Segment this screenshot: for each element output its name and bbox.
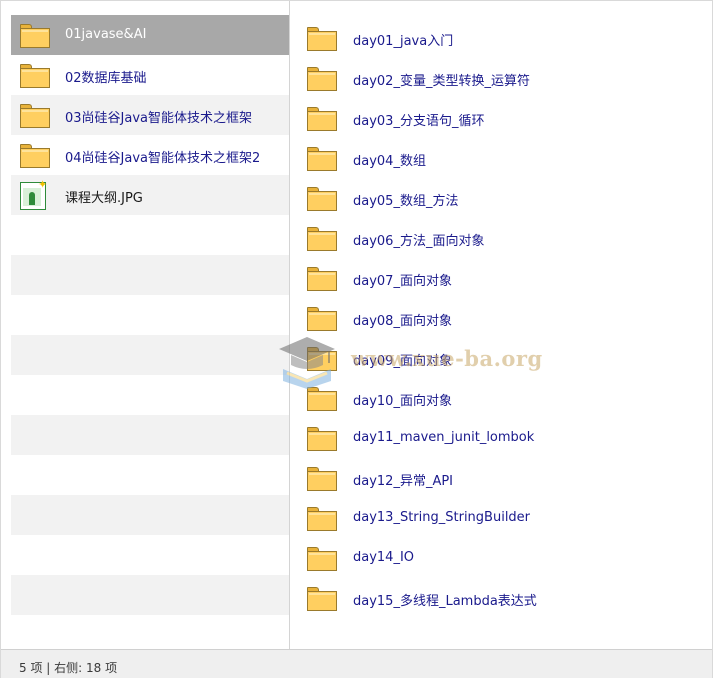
empty-row xyxy=(11,575,289,615)
item-label: day02_变量_类型转换_运算符 xyxy=(353,74,530,89)
right-list-item[interactable]: day05_数组_方法 xyxy=(301,177,706,217)
folder-icon xyxy=(20,64,50,88)
item-label: day05_数组_方法 xyxy=(353,194,459,209)
left-list-item-04[interactable]: 04尚硅谷Java智能体技术之框架2 xyxy=(11,135,289,175)
right-list-item[interactable]: day11_maven_junit_lombok xyxy=(301,417,706,457)
item-label: day03_分支语句_循环 xyxy=(353,114,485,129)
empty-row xyxy=(11,255,289,295)
item-label: day10_面向对象 xyxy=(353,394,452,409)
item-label: day04_数组 xyxy=(353,154,426,169)
right-list-item[interactable]: day12_异常_API xyxy=(301,457,706,497)
folder-icon xyxy=(307,427,337,451)
folder-icon xyxy=(307,467,337,491)
item-label: day06_方法_面向对象 xyxy=(353,234,485,249)
folder-icon xyxy=(20,24,50,48)
item-label: day01_java入门 xyxy=(353,34,454,49)
folder-icon xyxy=(307,187,337,211)
folder-icon xyxy=(307,147,337,171)
folder-icon xyxy=(307,307,337,331)
image-file-icon: ✦ xyxy=(20,179,47,210)
right-list-item[interactable]: day06_方法_面向对象 xyxy=(301,217,706,257)
item-label: 01javase&AI xyxy=(65,27,147,42)
folder-icon xyxy=(307,507,337,531)
item-label: day12_异常_API xyxy=(353,474,454,489)
empty-row xyxy=(11,495,289,535)
right-list-item[interactable]: day14_IO xyxy=(301,537,706,577)
folder-icon xyxy=(307,27,337,51)
item-label: 课程大纲.JPG xyxy=(65,191,143,206)
left-list-item-jpg[interactable]: ✦ 课程大纲.JPG xyxy=(11,175,289,215)
file-browser-window: 01javase&AI 02数据库基础 03尚硅谷Java智能体技术之框架 04… xyxy=(0,0,713,678)
right-list-item[interactable]: day13_String_StringBuilder xyxy=(301,497,706,537)
item-label: day07_面向对象 xyxy=(353,274,452,289)
status-bar: 5 项 | 右侧: 18 项 xyxy=(1,649,712,678)
right-list-item[interactable]: day04_数组 xyxy=(301,137,706,177)
right-list-item[interactable]: day03_分支语句_循环 xyxy=(301,97,706,137)
right-list-item[interactable]: day08_面向对象 xyxy=(301,297,706,337)
right-list-item[interactable]: day01_java入门 xyxy=(301,17,706,57)
item-label: day14_IO xyxy=(353,550,415,565)
item-label: day11_maven_junit_lombok xyxy=(353,430,535,445)
item-label: 04尚硅谷Java智能体技术之框架2 xyxy=(65,151,261,166)
folder-icon xyxy=(307,107,337,131)
left-list-item-02[interactable]: 02数据库基础 xyxy=(11,55,289,95)
item-label: day15_多线程_Lambda表达式 xyxy=(353,594,537,609)
item-label: day09_面向对象 xyxy=(353,354,452,369)
item-label: 02数据库基础 xyxy=(65,71,147,86)
folder-icon xyxy=(307,227,337,251)
item-label: 03尚硅谷Java智能体技术之框架 xyxy=(65,111,253,126)
folder-icon xyxy=(307,67,337,91)
right-pane: day01_java入门 day02_变量_类型转换_运算符 day03_分支语… xyxy=(291,1,712,649)
folder-icon xyxy=(307,587,337,611)
folder-icon xyxy=(307,547,337,571)
right-list-item[interactable]: day02_变量_类型转换_运算符 xyxy=(301,57,706,97)
item-label: day13_String_StringBuilder xyxy=(353,510,531,525)
left-pane: 01javase&AI 02数据库基础 03尚硅谷Java智能体技术之框架 04… xyxy=(1,1,290,649)
right-list-item[interactable]: day10_面向对象 xyxy=(301,377,706,417)
empty-row xyxy=(11,415,289,455)
empty-row xyxy=(11,335,289,375)
left-list-item-03[interactable]: 03尚硅谷Java智能体技术之框架 xyxy=(11,95,289,135)
right-list-item[interactable]: day09_面向对象 xyxy=(301,337,706,377)
folder-icon xyxy=(307,347,337,371)
item-label: day08_面向对象 xyxy=(353,314,452,329)
folder-icon xyxy=(307,267,337,291)
folder-icon xyxy=(20,144,50,168)
right-list-item[interactable]: day15_多线程_Lambda表达式 xyxy=(301,577,706,617)
folder-icon xyxy=(20,104,50,128)
status-text: 5 项 | 右侧: 18 项 xyxy=(19,661,118,675)
left-list-item-01javase[interactable]: 01javase&AI xyxy=(11,15,289,55)
folder-icon xyxy=(307,387,337,411)
right-list-item[interactable]: day07_面向对象 xyxy=(301,257,706,297)
